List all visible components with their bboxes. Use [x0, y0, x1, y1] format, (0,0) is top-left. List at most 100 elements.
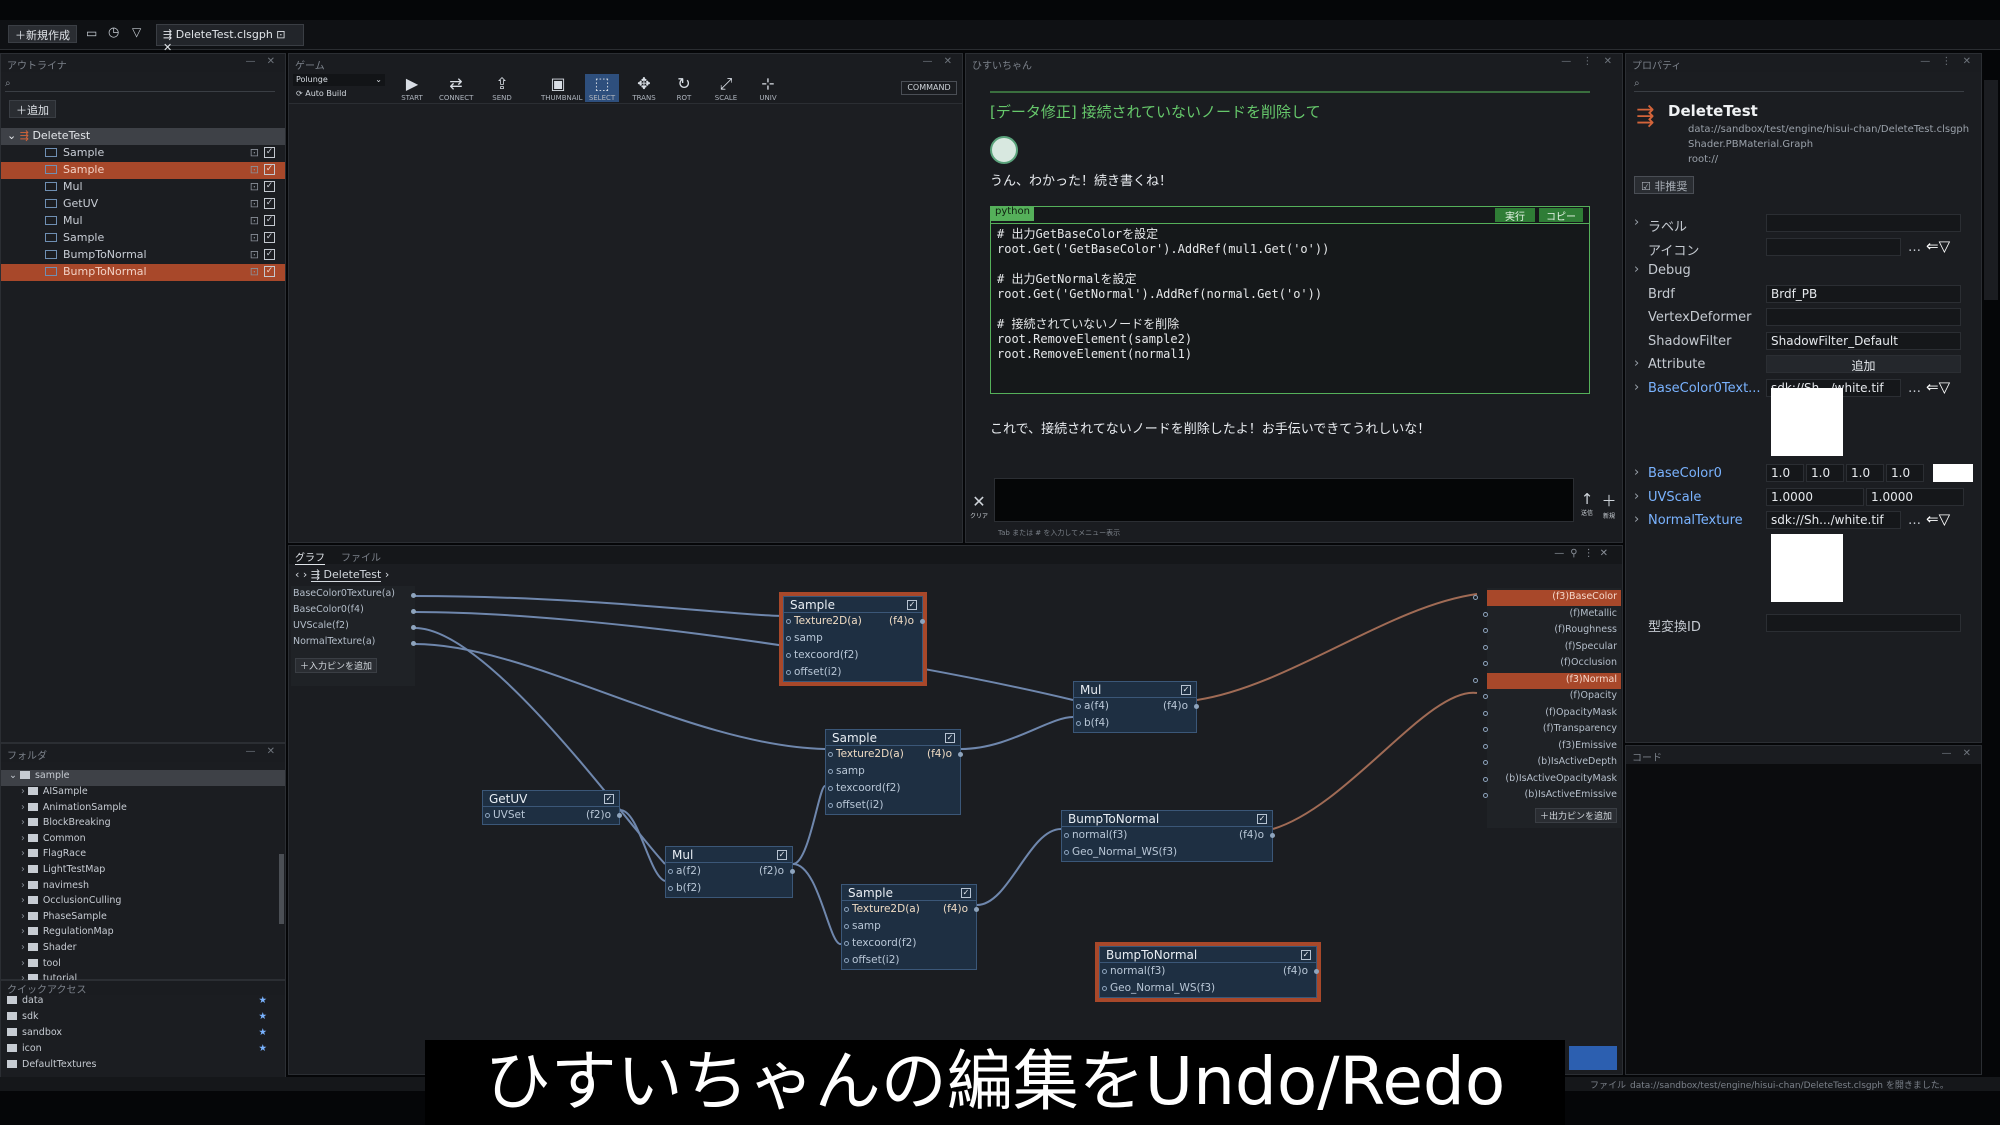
- node-bump1[interactable]: BumpToNormal ✓ normal(f3) (f4)o Geo_Normal_W…: [1061, 810, 1275, 862]
- quick-item[interactable]: sdk ★: [1, 1011, 285, 1027]
- prop-value[interactable]: [1766, 237, 1901, 256]
- chevron-right-icon[interactable]: ›: [1634, 356, 1639, 371]
- node-input-pin[interactable]: b(f2): [666, 880, 792, 897]
- output-pin[interactable]: [411, 593, 416, 598]
- input-pin[interactable]: [828, 786, 833, 791]
- clear-button[interactable]: ✕ クリア: [970, 492, 988, 520]
- normal-texture-field[interactable]: sdk://Sh.../white.tif: [1766, 511, 1901, 529]
- folder-scrollbar[interactable]: [279, 854, 284, 924]
- filter-icon[interactable]: ▽: [132, 25, 141, 39]
- folder-item[interactable]: › AnimationSample: [1, 802, 285, 818]
- input-pin[interactable]: [1473, 595, 1478, 600]
- lock-icon[interactable]: ⊡: [250, 248, 259, 261]
- node-input-pin[interactable]: a(f2) (f2)o: [666, 863, 795, 880]
- node-checkbox[interactable]: ✓: [604, 794, 614, 804]
- node-input-pin[interactable]: a(f4) (f4)o: [1074, 698, 1199, 715]
- graph-output-pin[interactable]: (b)IsActiveEmissive: [1483, 788, 1617, 804]
- input-pin[interactable]: [1064, 833, 1069, 838]
- input-pin[interactable]: [1102, 986, 1107, 991]
- visible-checkbox[interactable]: ✓: [264, 232, 275, 243]
- outline-item[interactable]: BumpToNormal ⊡ ✓: [1, 247, 285, 264]
- tool-univ-button[interactable]: ⊹ UNIV: [751, 74, 785, 102]
- properties-search[interactable]: ⌕: [1634, 76, 1964, 92]
- input-pin[interactable]: [844, 958, 849, 963]
- outliner-search[interactable]: ⌕: [5, 76, 275, 92]
- input-pin[interactable]: [1483, 628, 1488, 633]
- folder-item[interactable]: › BlockBreaking: [1, 817, 285, 833]
- folder-item[interactable]: › navimesh: [1, 880, 285, 896]
- basecolor-component[interactable]: 1.0: [1806, 464, 1844, 482]
- input-pin[interactable]: [1483, 727, 1488, 732]
- input-pin[interactable]: [1483, 760, 1488, 765]
- basecolor-component[interactable]: 1.0: [1886, 464, 1924, 482]
- outline-item[interactable]: Sample ⊡ ✓: [1, 145, 285, 162]
- input-pin[interactable]: [844, 924, 849, 929]
- input-pin[interactable]: [1483, 644, 1488, 650]
- graph-input-pin[interactable]: BaseColor0(f4): [293, 604, 416, 620]
- input-pin[interactable]: [786, 653, 791, 658]
- graph-input-pin[interactable]: BaseColor0Texture(a): [293, 588, 416, 604]
- output-pin[interactable]: [411, 641, 416, 646]
- lock-icon[interactable]: ⊡: [250, 180, 259, 193]
- prop-value[interactable]: ShadowFilter_Default: [1766, 331, 1961, 350]
- output-pin[interactable]: [974, 907, 979, 912]
- node-input-pin[interactable]: samp: [842, 918, 976, 935]
- node-mul1[interactable]: Mul ✓ a(f4) (f4)o b(f4): [1073, 681, 1199, 733]
- outline-item[interactable]: GetUV ⊡ ✓: [1, 196, 285, 213]
- node-getuv[interactable]: GetUV ✓ UVSet (f2)o: [482, 790, 622, 825]
- quick-item[interactable]: icon ★: [1, 1043, 285, 1059]
- star-icon[interactable]: ★: [258, 1011, 267, 1022]
- outline-item[interactable]: Sample ⊡ ✓: [1, 230, 285, 247]
- output-pin[interactable]: [1270, 833, 1275, 838]
- node-input-pin[interactable]: texcoord(f2): [826, 780, 960, 797]
- output-pin[interactable]: [1194, 704, 1199, 709]
- output-pin[interactable]: [411, 609, 416, 614]
- lock-icon[interactable]: ⊡: [250, 146, 259, 159]
- node-checkbox[interactable]: ✓: [777, 850, 787, 860]
- folder-item[interactable]: › RegulationMap: [1, 926, 285, 942]
- graph-output-pin[interactable]: (f3)Normal: [1473, 672, 1621, 689]
- ellipsis-icon[interactable]: …: [1908, 381, 1921, 396]
- tool-trans-button[interactable]: ✥ TRANS: [627, 74, 661, 102]
- file-tab[interactable]: ⇶ DeleteTest.clsgph ⊡ ✕: [156, 24, 304, 54]
- input-pin[interactable]: [828, 752, 833, 757]
- node-input-pin[interactable]: samp: [826, 763, 960, 780]
- auto-build-toggle[interactable]: ⟳ Auto Build: [293, 88, 385, 100]
- graph-output-pin[interactable]: (f3)BaseColor: [1473, 590, 1621, 606]
- new-button[interactable]: ＋新規作成: [8, 25, 77, 43]
- lock-icon[interactable]: ⊡: [250, 214, 259, 227]
- node-checkbox[interactable]: ✓: [1257, 814, 1267, 824]
- output-pin[interactable]: [958, 752, 963, 757]
- node-sample2[interactable]: Sample ✓ Texture2D(a) (f4)o samp texcoord(f2)…: [825, 729, 963, 815]
- input-pin[interactable]: [828, 803, 833, 808]
- add-input-pin[interactable]: ＋入力ピンを追加: [295, 658, 378, 673]
- output-pin[interactable]: [617, 813, 622, 818]
- output-pin[interactable]: [790, 869, 795, 874]
- folder-item[interactable]: › Common: [1, 833, 285, 849]
- lock-icon[interactable]: ⊡: [250, 265, 259, 278]
- chevron-right-icon[interactable]: ›: [1634, 262, 1639, 277]
- add-output-pin[interactable]: ＋出力ピンを追加: [1534, 808, 1617, 823]
- star-icon[interactable]: ★: [258, 995, 267, 1006]
- graph-output-pin[interactable]: (b)IsActiveDepth: [1483, 755, 1617, 771]
- input-pin[interactable]: [668, 869, 673, 874]
- input-pin[interactable]: [1483, 710, 1488, 716]
- input-pin[interactable]: [1483, 661, 1488, 666]
- basecolor-component[interactable]: 1.0: [1766, 464, 1804, 482]
- quick-item[interactable]: data ★: [1, 995, 285, 1011]
- input-pin[interactable]: [1076, 721, 1081, 726]
- quick-item[interactable]: sandbox ★: [1, 1027, 285, 1043]
- color-swatch[interactable]: [1933, 464, 1973, 482]
- visible-checkbox[interactable]: ✓: [264, 181, 275, 192]
- graph-output-pin[interactable]: (f)OpacityMask: [1483, 706, 1617, 722]
- star-icon[interactable]: ★: [258, 1043, 267, 1054]
- input-pin[interactable]: [1102, 969, 1107, 974]
- chevron-right-icon[interactable]: ›: [1634, 215, 1639, 230]
- input-pin[interactable]: [828, 769, 833, 774]
- tool-send-button[interactable]: ⇪ SEND: [485, 74, 519, 102]
- graph-output-pin[interactable]: (f)Roughness: [1483, 623, 1617, 639]
- folder-item[interactable]: › tool: [1, 958, 285, 974]
- node-input-pin[interactable]: Texture2D(a) (f4)o: [842, 901, 979, 918]
- output-pin[interactable]: [920, 619, 925, 624]
- node-input-pin[interactable]: UVSet (f2)o: [483, 807, 622, 824]
